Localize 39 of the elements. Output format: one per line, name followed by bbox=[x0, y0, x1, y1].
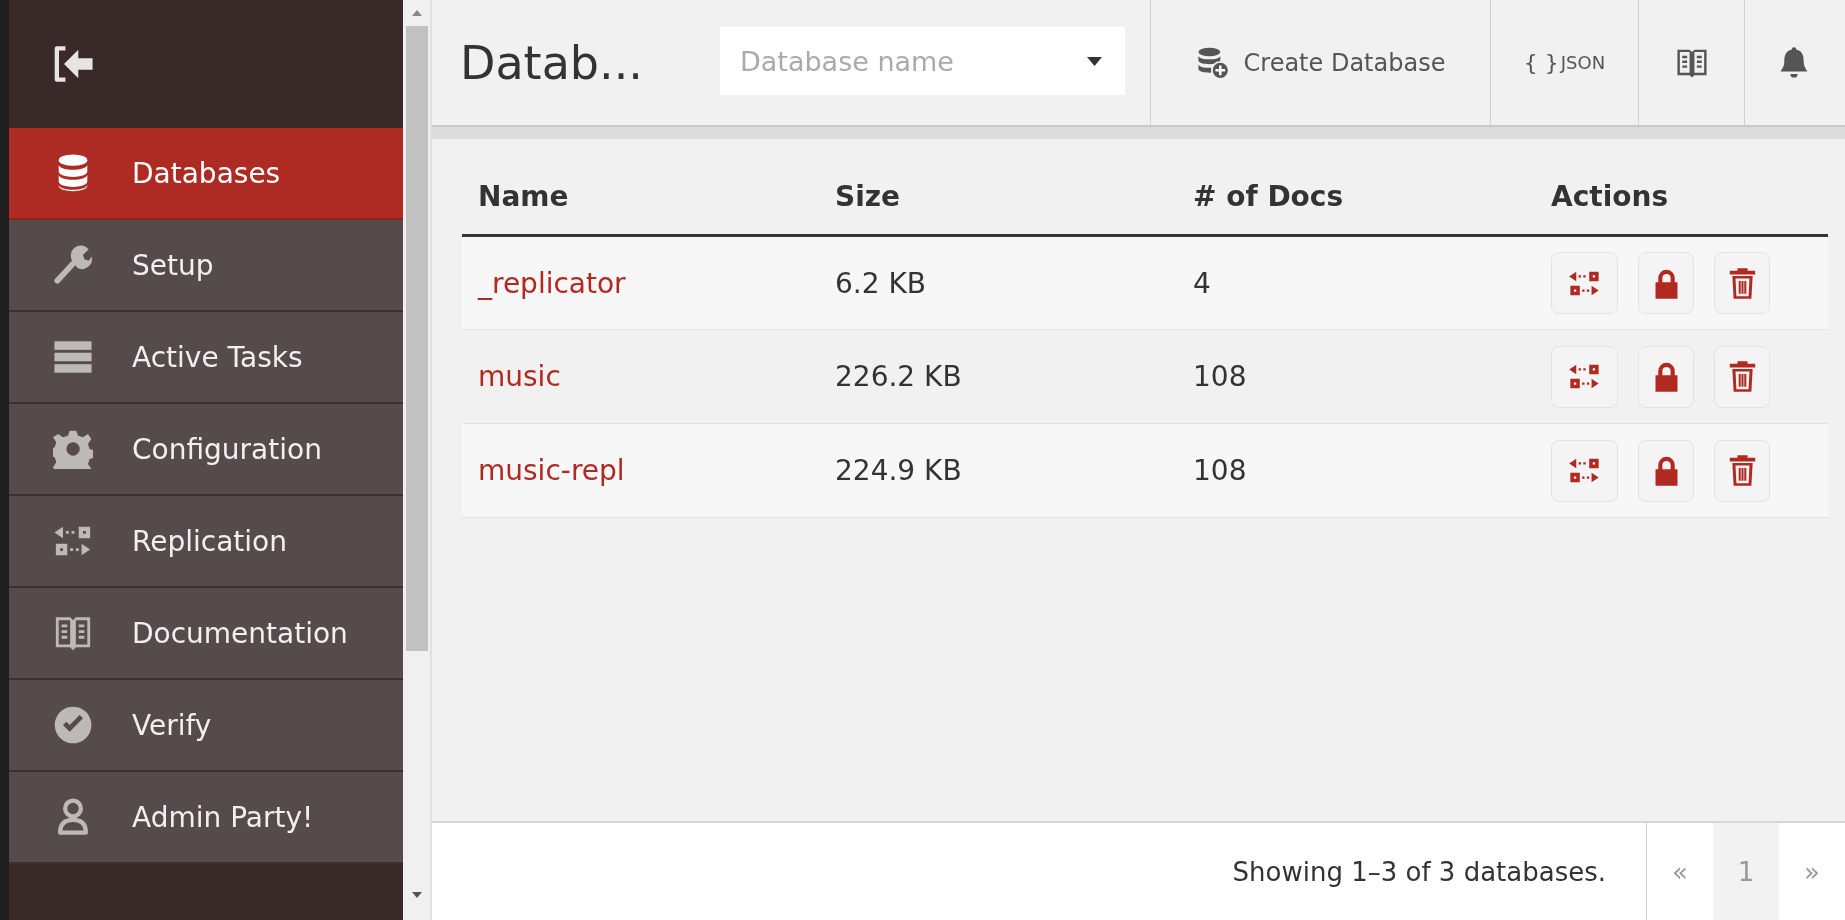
replicate-button[interactable] bbox=[1551, 439, 1618, 502]
permissions-button[interactable] bbox=[1638, 252, 1694, 314]
page-title: Datab... bbox=[459, 34, 644, 92]
table-cell: 4 bbox=[1177, 235, 1535, 330]
nav-item[interactable]: Replication bbox=[9, 496, 403, 588]
json-button[interactable]: { }JSON bbox=[1490, 0, 1638, 125]
wrench-icon bbox=[52, 245, 93, 285]
permissions-button[interactable] bbox=[1638, 345, 1694, 408]
database-link[interactable]: music bbox=[478, 360, 561, 393]
delete-button[interactable] bbox=[1714, 345, 1770, 408]
nav-item[interactable]: Configuration bbox=[9, 404, 403, 496]
delete-button[interactable] bbox=[1714, 439, 1770, 502]
nav-item[interactable]: Setup bbox=[9, 220, 403, 312]
gear-icon bbox=[52, 429, 93, 469]
caret-icon bbox=[1086, 57, 1103, 66]
database-add-icon bbox=[1195, 45, 1230, 80]
replicate-button[interactable] bbox=[1551, 345, 1618, 408]
table-cell: 6.2 KB bbox=[819, 235, 1177, 330]
replicate-button[interactable] bbox=[1551, 252, 1618, 314]
scroll-down-icon[interactable] bbox=[411, 892, 422, 898]
database-search-field[interactable]: Database name bbox=[720, 27, 1125, 95]
table-cell: 108 bbox=[1177, 423, 1535, 518]
nav-item[interactable]: Verify bbox=[9, 680, 403, 772]
table-cell: 108 bbox=[1177, 329, 1535, 424]
nav-item[interactable]: Active Tasks bbox=[9, 312, 403, 404]
database-link[interactable]: music-repl bbox=[478, 454, 625, 487]
pagination-summary: Showing 1–3 of 3 databases. bbox=[1232, 856, 1606, 887]
create-database-button[interactable]: Create Database bbox=[1150, 0, 1490, 125]
table-cell: 226.2 KB bbox=[819, 329, 1177, 424]
scrollbar-thumb[interactable] bbox=[405, 26, 428, 651]
scrollbar[interactable] bbox=[403, 0, 432, 920]
permissions-button[interactable] bbox=[1638, 439, 1694, 502]
nav-item[interactable]: Databases bbox=[9, 128, 403, 220]
table-cell: 224.9 KB bbox=[819, 423, 1177, 518]
delete-button[interactable] bbox=[1714, 252, 1770, 314]
nav-item[interactable]: Admin Party! bbox=[9, 772, 403, 864]
scroll-up-icon[interactable] bbox=[411, 10, 422, 16]
database-link[interactable]: _replicator bbox=[478, 266, 626, 300]
nav-item[interactable]: Documentation bbox=[9, 588, 403, 680]
